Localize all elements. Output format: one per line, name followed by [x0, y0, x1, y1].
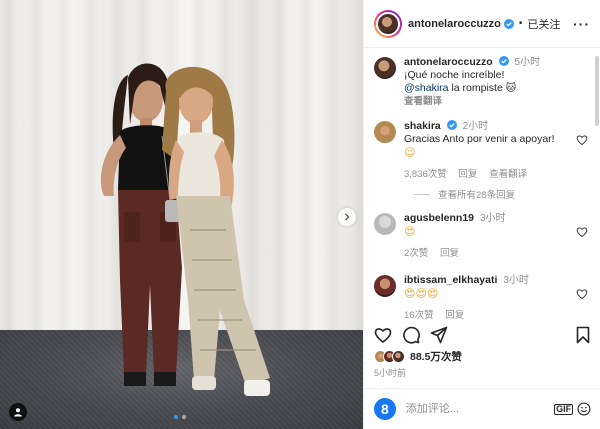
- carousel-dot-active: [174, 415, 178, 419]
- post-caption: antonelaroccuzzo 5小时 ¡Qué noche increíbl…: [374, 56, 590, 108]
- liker-avatar: [392, 350, 405, 363]
- comments-list[interactable]: antonelaroccuzzo 5小时 ¡Qué noche increíbl…: [364, 48, 600, 324]
- tagged-users-button[interactable]: [9, 403, 27, 421]
- more-options-button[interactable]: ···: [573, 16, 590, 32]
- caption-text-rest: la rompiste: [451, 82, 503, 94]
- comment-bubble-icon[interactable]: [402, 326, 420, 344]
- like-heart-icon[interactable]: [374, 326, 392, 344]
- author-avatar[interactable]: [374, 9, 402, 38]
- post-timestamp: 5小时前: [374, 368, 407, 378]
- comment-emoji: 😍: [404, 225, 416, 238]
- carousel-dot: [182, 415, 186, 419]
- scrollbar-thumb[interactable]: [595, 56, 599, 126]
- comment-likes[interactable]: 2次赞: [404, 248, 428, 259]
- post-photo[interactable]: [0, 0, 363, 429]
- author-username[interactable]: antonelaroccuzzo: [408, 18, 501, 30]
- comment-item: shakira 2小时 Gracias Anto por venir a apo…: [374, 120, 590, 181]
- current-user-avatar: 8: [374, 398, 396, 420]
- verified-badge-icon: [498, 56, 509, 66]
- like-comment-heart-icon[interactable]: [576, 226, 588, 238]
- comment-avatar[interactable]: [374, 275, 396, 297]
- comment-username[interactable]: shakira: [404, 120, 441, 132]
- carousel-next-button[interactable]: [338, 208, 356, 226]
- comment-meta: 3,836次赞 回复 查看翻译: [404, 168, 574, 181]
- user-tag-icon: [14, 408, 22, 417]
- comment-translate-link[interactable]: 查看翻译: [489, 169, 527, 180]
- follow-status-button[interactable]: 已关注: [527, 16, 560, 32]
- comment-username[interactable]: ibtissam_elkhayati: [404, 274, 497, 286]
- verified-badge-icon: [446, 120, 457, 130]
- comment-meta: 2次赞 回复: [404, 247, 574, 260]
- comments-scrollbar[interactable]: [595, 56, 599, 310]
- share-send-icon[interactable]: [430, 326, 448, 344]
- add-comment-input[interactable]: [405, 403, 555, 415]
- post-side-panel: antonelaroccuzzo • 已关注 ··· antonelaroccu…: [363, 0, 600, 429]
- chevron-right-icon: [345, 213, 350, 221]
- add-comment-bar: 8 GIF: [364, 388, 600, 429]
- comment-reply-button[interactable]: 回复: [440, 248, 459, 259]
- bookmark-save-icon[interactable]: [574, 326, 592, 344]
- caption-username[interactable]: antonelaroccuzzo: [404, 56, 493, 68]
- carousel-indicator: [174, 415, 186, 419]
- header-separator: •: [518, 18, 523, 29]
- comment-avatar[interactable]: [374, 121, 396, 143]
- comment-username[interactable]: agusbelenn19: [404, 212, 474, 224]
- emoji-picker-icon[interactable]: [577, 402, 591, 416]
- caption-text: ¡Qué noche increíble!: [404, 69, 505, 81]
- post-header: antonelaroccuzzo • 已关注 ···: [364, 0, 600, 48]
- cat-emoji-icon: 🐱: [505, 83, 517, 94]
- comment-likes[interactable]: 3,836次赞: [404, 169, 447, 180]
- likes-summary[interactable]: 88.5万次赞: [374, 349, 462, 364]
- caption-translate-link[interactable]: 查看翻译: [404, 96, 442, 107]
- comment-time: 2小时: [462, 121, 489, 132]
- comment-item: agusbelenn19 3小时 😍 2次赞 回复: [374, 212, 590, 260]
- caption-time: 5小时: [514, 57, 541, 68]
- like-comment-heart-icon[interactable]: [576, 288, 588, 300]
- post-actions-bar: [374, 326, 592, 344]
- comment-meta: 16次赞 回复: [404, 309, 574, 322]
- comment-time: 3小时: [479, 213, 506, 224]
- comment-item: ibtissam_elkhayati 3小时 😍😍😍 16次赞 回复: [374, 274, 590, 322]
- caption-author-avatar[interactable]: [374, 57, 396, 79]
- likes-count[interactable]: 88.5万次赞: [410, 349, 462, 364]
- gif-button[interactable]: GIF: [554, 403, 574, 415]
- comment-avatar[interactable]: [374, 213, 396, 235]
- comment-emoji: 😍😍😍: [404, 287, 439, 300]
- like-comment-heart-icon[interactable]: [576, 134, 588, 146]
- comment-time: 3小时: [503, 275, 529, 286]
- caption-mention-link[interactable]: @shakira: [404, 82, 449, 94]
- comment-reply-button[interactable]: 回复: [458, 169, 477, 180]
- photo-subjects: [100, 63, 270, 396]
- comment-emoji: ☺: [404, 146, 416, 159]
- view-replies-button[interactable]: 查看所有28条回复: [414, 187, 590, 201]
- comment-text: Gracias Anto por venir a apoyar!: [404, 133, 555, 145]
- comment-likes[interactable]: 16次赞: [404, 310, 434, 321]
- verified-badge-icon: [503, 18, 514, 29]
- comment-reply-button[interactable]: 回复: [445, 310, 464, 321]
